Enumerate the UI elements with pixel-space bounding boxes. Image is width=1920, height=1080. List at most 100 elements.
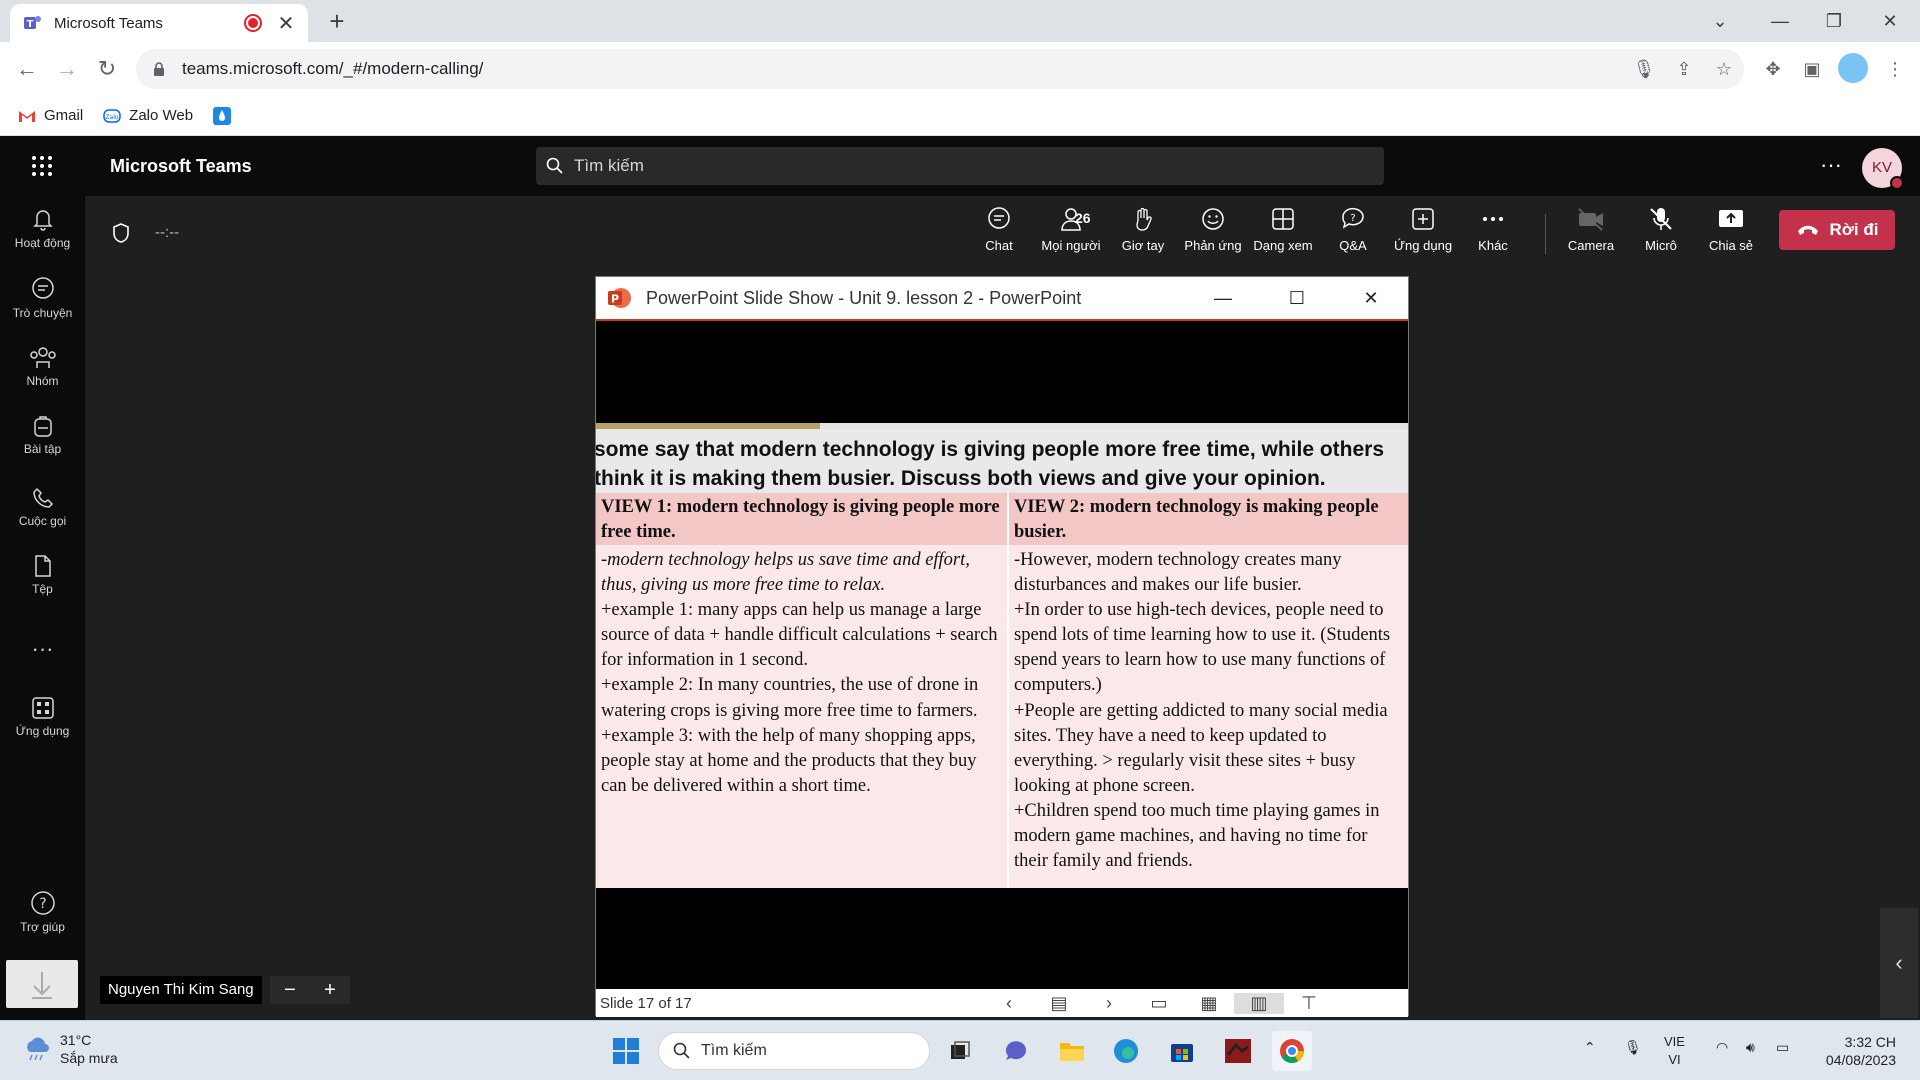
app-launcher-icon[interactable] [30, 154, 54, 178]
chat-button[interactable]: Chat [967, 206, 1031, 253]
windows-logo-icon [613, 1038, 639, 1064]
microphone-icon[interactable]: 🎙︎ [1624, 59, 1664, 80]
bookmark-gmail[interactable]: Gmail [18, 107, 83, 125]
more-options-icon[interactable]: ··· [1820, 152, 1842, 178]
restore-button[interactable]: ❐ [1814, 6, 1854, 36]
battery-icon[interactable]: ▭ [1776, 1039, 1789, 1056]
extensions-icon[interactable]: ✥ [1758, 54, 1788, 84]
share-screen-icon [1719, 210, 1743, 227]
task-view-icon[interactable] [940, 1031, 980, 1071]
controls-divider [1545, 214, 1546, 254]
teams-search-input[interactable]: Tìm kiếm [536, 147, 1384, 185]
volume-icon[interactable]: 🔊︎ [1746, 1039, 1755, 1056]
normal-view-icon[interactable]: ▭ [1134, 993, 1184, 1014]
slide-menu-icon[interactable]: ▤ [1034, 993, 1084, 1014]
slideshow-view-icon[interactable]: ⊤ [1284, 993, 1334, 1014]
side-panel-icon[interactable]: ▣ [1797, 54, 1827, 84]
close-window-button[interactable]: ✕ [1870, 6, 1910, 36]
slide-counter: Slide 17 of 17 [600, 994, 692, 1012]
clock[interactable]: 3:32 CH 04/08/2023 [1814, 1033, 1896, 1069]
share-icon[interactable]: ⇪ [1664, 59, 1704, 80]
profile-avatar[interactable] [1838, 53, 1868, 83]
rail-item-files[interactable]: Tệp [0, 554, 85, 596]
view-2-point: +People are getting addicted to many soc… [1014, 700, 1388, 796]
start-button[interactable] [606, 1031, 646, 1071]
chat-icon [988, 207, 1010, 229]
meeting-timer: --:-- [155, 224, 180, 241]
chrome-icon[interactable] [1272, 1031, 1312, 1071]
store-icon[interactable] [1162, 1031, 1202, 1071]
backpack-icon [33, 416, 52, 437]
phone-icon [32, 487, 53, 508]
bookmark-zalo[interactable]: Zalo Zalo Web [103, 107, 193, 125]
wifi-icon[interactable]: ◠ [1716, 1039, 1728, 1056]
edge-icon[interactable] [1106, 1031, 1146, 1071]
taskbar-mic-icon[interactable]: 🎙︎ [1624, 1039, 1642, 1056]
svg-text:P: P [611, 293, 619, 306]
previous-slide-icon[interactable]: ‹ [984, 993, 1034, 1014]
rail-item-assignments[interactable]: Bài tập [0, 414, 85, 456]
tab-search-icon[interactable]: ⌄ [1700, 6, 1740, 36]
camera-button[interactable]: Camera [1559, 206, 1623, 253]
app-red-icon[interactable] [1218, 1031, 1258, 1071]
mic-button[interactable]: Micrô [1629, 206, 1693, 253]
view-2-column: VIEW 2: modern technology is making peop… [1009, 493, 1408, 888]
browser-menu-icon[interactable]: ⋮ [1880, 54, 1910, 84]
rail-item-chat[interactable]: Trò chuyện [0, 276, 85, 320]
react-button[interactable]: Phản ứng [1181, 206, 1245, 253]
zoom-controls: − + [270, 976, 350, 1004]
people-button[interactable]: 26 Mọi người [1039, 206, 1103, 253]
shield-icon[interactable] [111, 222, 131, 244]
raise-hand-button[interactable]: Giơ tay [1111, 206, 1175, 253]
apps-grid-icon [31, 697, 54, 719]
show-hidden-icons-icon[interactable]: ⌃ [1584, 1039, 1596, 1056]
rail-item-apps[interactable]: Ứng dụng [0, 696, 85, 738]
zoom-out-button[interactable]: − [284, 979, 296, 1002]
bookmark-star-icon[interactable]: ☆ [1704, 59, 1744, 80]
taskbar-search-input[interactable]: Tìm kiếm [658, 1032, 930, 1070]
view-button[interactable]: Dạng xem [1251, 206, 1315, 253]
hand-icon [1136, 207, 1152, 231]
qa-button[interactable]: ? Q&A [1321, 206, 1385, 253]
view-1-point: +example 2: In many countries, the use o… [601, 675, 979, 721]
reload-button[interactable]: ↻ [92, 54, 122, 84]
weather-widget[interactable]: 31°C Sắp mưa [22, 1031, 118, 1067]
ppt-close-button[interactable]: ✕ [1334, 288, 1408, 309]
next-slide-icon[interactable]: › [1084, 993, 1134, 1014]
download-icon [32, 972, 52, 999]
ppt-titlebar: P PowerPoint Slide Show - Unit 9. lesson… [596, 277, 1408, 321]
rail-item-activity[interactable]: Hoạt động [0, 206, 85, 250]
new-tab-button[interactable]: + [322, 6, 352, 37]
svg-text:Zalo: Zalo [106, 114, 119, 121]
teams-chat-icon[interactable] [996, 1031, 1036, 1071]
download-button[interactable] [6, 960, 78, 1008]
bookmark-drop[interactable] [213, 106, 239, 125]
view-2-body: -However, modern technology creates many… [1009, 545, 1408, 877]
share-button[interactable]: Chia sẻ [1699, 206, 1763, 253]
close-tab-icon[interactable]: ✕ [276, 11, 296, 36]
more-apps-icon[interactable]: ··· [0, 636, 85, 662]
leave-button[interactable]: Rời đi [1779, 210, 1895, 250]
rail-item-calls[interactable]: Cuộc gọi [0, 486, 85, 528]
language-indicator[interactable]: VIE VI [1664, 1033, 1685, 1069]
ppt-maximize-button[interactable]: ☐ [1260, 288, 1334, 309]
back-button[interactable]: ← [12, 54, 42, 84]
rail-item-teams[interactable]: Nhóm [0, 346, 85, 388]
collapse-panel-chevron-icon[interactable]: ‹ [1880, 908, 1918, 1018]
browser-tab-teams[interactable]: T Microsoft Teams ✕ [10, 4, 308, 42]
more-actions-button[interactable]: Khác [1461, 206, 1525, 253]
rail-item-help[interactable]: ? Trợ giúp [0, 890, 85, 934]
user-avatar[interactable]: KV [1862, 148, 1904, 190]
drop-icon [213, 106, 232, 125]
forward-button[interactable]: → [52, 54, 82, 84]
minimize-button[interactable]: — [1760, 6, 1800, 36]
apps-button[interactable]: Ứng dụng [1391, 206, 1455, 253]
reading-view-icon[interactable]: ▥ [1234, 992, 1284, 1014]
slide-sorter-icon[interactable]: ▦ [1184, 993, 1234, 1014]
zoom-in-button[interactable]: + [324, 979, 336, 1002]
ppt-minimize-button[interactable]: — [1186, 288, 1260, 309]
file-explorer-icon[interactable] [1052, 1031, 1092, 1071]
meeting-controls-bar: --:-- Chat 26 Mọi người Giơ tay Phản ứng… [85, 196, 1920, 270]
windows-taskbar: 31°C Sắp mưa Tìm kiếm ⌃ 🎙︎ VIE VI ◠ 🔊︎ ▭ 3… [0, 1020, 1920, 1080]
address-bar[interactable]: teams.microsoft.com/_#/modern-calling/ 🎙… [136, 49, 1744, 89]
